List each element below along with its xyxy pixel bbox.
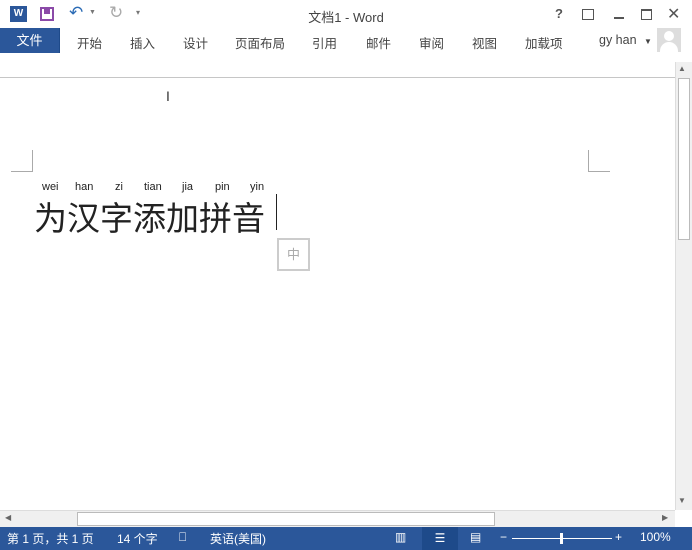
- help-icon[interactable]: ?: [555, 6, 563, 21]
- vertical-scroll-thumb[interactable]: [678, 78, 690, 240]
- ime-indicator[interactable]: 中: [277, 238, 310, 271]
- vertical-scrollbar[interactable]: ▲ ▼: [675, 62, 692, 510]
- tab-view[interactable]: 视图: [472, 33, 497, 52]
- scroll-up-icon[interactable]: ▲: [678, 64, 686, 73]
- collapsed-ribbon: [0, 53, 692, 78]
- margin-corner-left: [11, 150, 33, 172]
- margin-corner-right: [588, 150, 610, 172]
- user-name[interactable]: gy han: [599, 33, 637, 47]
- ribbon-tabs: 开始 插入 设计 页面布局 引用 邮件 审阅 视图 加载项 gy han ▼: [60, 28, 692, 53]
- read-mode-icon[interactable]: ▥: [395, 530, 406, 544]
- horizontal-scrollbar[interactable]: ◀ ▶: [0, 510, 675, 527]
- word-count[interactable]: 14 个字: [117, 530, 158, 547]
- scroll-right-icon[interactable]: ▶: [662, 513, 668, 522]
- ribbon-display-options-icon[interactable]: [582, 9, 594, 20]
- maximize-icon[interactable]: [641, 9, 652, 20]
- document-text[interactable]: 为汉字添加拼音: [34, 192, 265, 240]
- zoom-out-button[interactable]: −: [500, 530, 507, 544]
- proofing-icon[interactable]: ⎕: [179, 530, 186, 545]
- tab-addins[interactable]: 加载项: [525, 33, 563, 52]
- tab-layout[interactable]: 页面布局: [235, 33, 285, 52]
- title-bar: W ↶ ▼ ↻ ▾ 文档1 - Word ? ✕: [0, 0, 692, 28]
- horizontal-scroll-thumb[interactable]: [77, 512, 495, 526]
- close-icon[interactable]: ✕: [667, 4, 680, 24]
- web-layout-icon[interactable]: ▤: [470, 530, 481, 544]
- page-count[interactable]: 第 1 页，共 1 页: [7, 530, 94, 547]
- avatar[interactable]: [657, 28, 681, 52]
- tab-review[interactable]: 审阅: [419, 33, 444, 52]
- language[interactable]: 英语(美国): [210, 530, 266, 547]
- scroll-down-icon[interactable]: ▼: [678, 496, 686, 505]
- text-cursor-pointer: I: [166, 88, 170, 104]
- zoom-level[interactable]: 100%: [640, 530, 671, 544]
- zoom-slider-thumb[interactable]: [560, 533, 563, 544]
- print-layout-button[interactable]: ☰: [422, 527, 458, 550]
- tab-references[interactable]: 引用: [312, 33, 337, 52]
- status-bar: 第 1 页，共 1 页 14 个字 ⎕ 英语(美国) ▥ ☰ ▤ − + 100…: [0, 527, 692, 550]
- minimize-icon[interactable]: [614, 17, 624, 19]
- tab-design[interactable]: 设计: [183, 33, 208, 52]
- zoom-in-button[interactable]: +: [615, 530, 622, 544]
- scroll-left-icon[interactable]: ◀: [5, 513, 11, 522]
- tab-insert[interactable]: 插入: [130, 33, 155, 52]
- tab-file[interactable]: 文件: [0, 28, 60, 53]
- text-caret: [276, 194, 277, 230]
- user-dropdown-icon[interactable]: ▼: [644, 37, 652, 46]
- tab-mailings[interactable]: 邮件: [366, 33, 391, 52]
- tab-home[interactable]: 开始: [77, 33, 102, 52]
